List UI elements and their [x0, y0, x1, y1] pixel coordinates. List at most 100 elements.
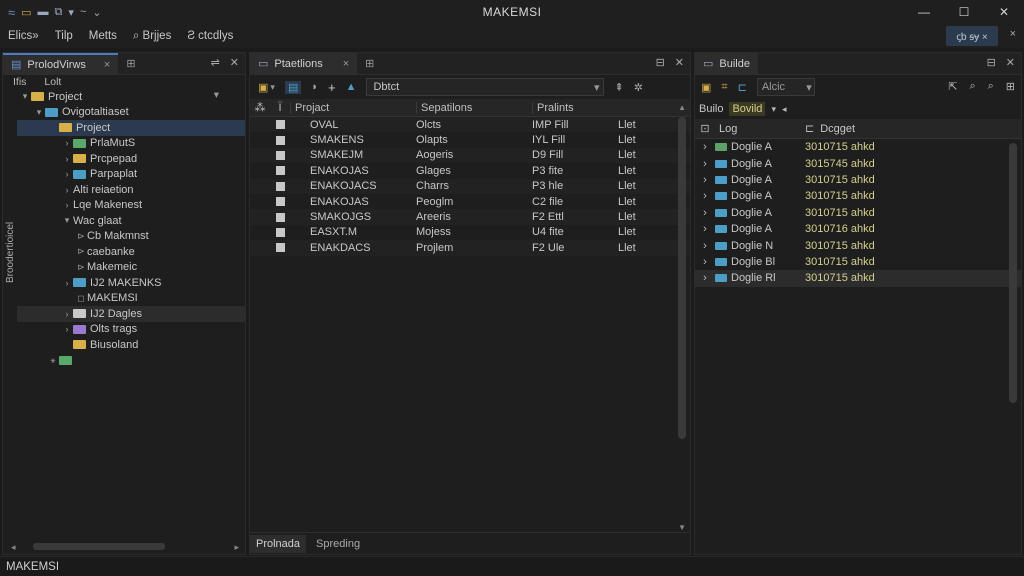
pin-icon[interactable]: ⊞	[365, 57, 374, 70]
header-check-icon[interactable]: Ï	[270, 102, 290, 114]
collapse-icon[interactable]: ⇱	[948, 80, 957, 93]
sort-icon[interactable]: ⇞	[614, 81, 623, 94]
panel-close-icon[interactable]: ✕	[675, 56, 684, 69]
expand-chevron-icon[interactable]: ›	[695, 158, 715, 170]
menu-item-2[interactable]: Tilp	[55, 30, 73, 42]
build-filter-dropdown-icon[interactable]: ▾	[806, 81, 814, 94]
layout-icon[interactable]: ⊞	[1006, 80, 1015, 93]
menu-item-1[interactable]: Elics»	[8, 30, 39, 42]
header-debug[interactable]: Dcgget	[820, 123, 855, 135]
row-check[interactable]	[270, 212, 290, 222]
scroll-right-icon[interactable]: ▸	[234, 542, 239, 553]
tree-node[interactable]: › IJ2 MAKENKS	[17, 275, 245, 291]
tab-build[interactable]: ▭ Builde	[695, 52, 758, 75]
list-icon[interactable]: ▤	[284, 80, 302, 94]
tree-node[interactable]: Biusoland	[17, 337, 245, 353]
header-sort-icon[interactable]: ⁂	[250, 101, 270, 114]
table-row[interactable]: ENAKOJACS Charrs P3 hle Llet	[250, 178, 690, 194]
bottom-tab-2[interactable]: Spreding	[310, 535, 366, 553]
tree-node[interactable]: › PrlaMutS	[17, 136, 245, 152]
settings-icon[interactable]: ✲	[634, 81, 643, 94]
build-config-dropdown-icon[interactable]: ▾	[771, 104, 776, 115]
table-row[interactable]: SMAKOJGS Areeris F2 Ettl Llet	[250, 209, 690, 225]
panel-close-icon[interactable]: ✕	[230, 56, 239, 69]
build-log-row[interactable]: › Doglie A 3015745 ahkd	[695, 155, 1021, 171]
table-row[interactable]: ENAKOJAS Peoglm C2 file Llet	[250, 194, 690, 209]
build-new-icon[interactable]: ▣	[701, 81, 711, 94]
tree-node[interactable]: ⚹	[17, 353, 245, 369]
tree-dropdown-icon[interactable]: ▾	[214, 89, 219, 101]
grid-icon[interactable]: ⌗	[721, 81, 727, 94]
tag-icon[interactable]: ◗	[311, 81, 318, 93]
tab-close-icon[interactable]: ×	[104, 59, 110, 71]
minimize-button[interactable]: —	[904, 0, 944, 24]
expand-chevron-icon[interactable]: ›	[695, 174, 715, 186]
build-marker-icon[interactable]: ◂	[782, 104, 787, 115]
tree-node[interactable]: › Parpaplat	[17, 167, 245, 183]
build-log-row[interactable]: › Doglie A 3010716 ahkd	[695, 221, 1021, 237]
expand-chevron-icon[interactable]: ▾	[61, 215, 73, 226]
copy-icon[interactable]: ⧉	[55, 6, 63, 19]
tree-node[interactable]: ⊳ Cb Makmnst	[17, 229, 245, 245]
row-check[interactable]	[270, 227, 290, 237]
save-icon[interactable]: ▬	[38, 6, 49, 18]
table-row[interactable]: SMAKENS Olapts IYL Fill Llet	[250, 132, 690, 147]
layout-switch-button[interactable]: ꞔƅ ꞩɏ ×	[946, 26, 998, 46]
expand-chevron-icon[interactable]: ⚹	[47, 355, 59, 366]
new-dropdown-icon[interactable]: ▾	[270, 82, 275, 93]
expand-chevron-icon[interactable]: ›	[61, 309, 73, 319]
expand-chevron-icon[interactable]: ▾	[33, 107, 45, 118]
add-icon[interactable]: +	[328, 80, 336, 95]
tab-project-views[interactable]: ▤ ProlodVirws ×	[3, 52, 119, 75]
tree-node[interactable]: › Prcpepad	[17, 151, 245, 167]
scroll-up-icon[interactable]: ▲	[678, 103, 686, 112]
header-results[interactable]: Pralints	[532, 101, 618, 114]
new-item-icon[interactable]: ▣	[258, 81, 268, 94]
tree-node[interactable]: › Olts trags	[17, 322, 245, 338]
panel-menu-icon[interactable]: ⇌	[211, 56, 220, 69]
menu-item-4[interactable]: ⌕ Brjjes	[133, 30, 171, 43]
tree-node[interactable]: ▾ Ovigotaltiaset	[17, 105, 245, 121]
tree-node[interactable]: Project	[17, 120, 245, 136]
expand-chevron-icon[interactable]: ›	[695, 223, 715, 235]
search-icon[interactable]: ⌕	[969, 80, 975, 93]
build-vertical-scrollbar[interactable]	[1009, 143, 1017, 403]
close-button[interactable]: ✕	[984, 0, 1024, 24]
row-check[interactable]	[270, 197, 290, 207]
row-check[interactable]	[270, 120, 290, 130]
expand-chevron-icon[interactable]: ›	[695, 207, 715, 219]
tree-node[interactable]: ◻ MAKEMSI	[17, 291, 245, 307]
header-log[interactable]: Log	[715, 123, 805, 135]
expand-chevron-icon[interactable]: ›	[61, 324, 73, 334]
expand-chevron-icon[interactable]: ›	[61, 138, 73, 148]
build-config-badge[interactable]: Bovild	[729, 102, 766, 116]
build-log-row[interactable]: › Doglie A 3010715 ahkd	[695, 172, 1021, 188]
expand-chevron-icon[interactable]: ›	[61, 200, 73, 210]
panel-menu-icon[interactable]: ⊟	[656, 56, 665, 69]
expand-chevron-icon[interactable]: ⊳	[75, 246, 87, 257]
panel-menu-icon[interactable]: ⊟	[987, 56, 996, 69]
tab-operations[interactable]: ▭ Ptaetlions ×	[250, 52, 358, 75]
table-row[interactable]: OVAL Olcts IMP Fill Llet	[250, 117, 690, 133]
menu-item-5[interactable]: Ƨ ctcdlys	[187, 30, 233, 42]
row-check[interactable]	[270, 243, 290, 253]
menu-item-3[interactable]: Metts	[89, 30, 117, 42]
build-log-row[interactable]: › Doglie A 3010715 ahkd	[695, 205, 1021, 221]
filter-input[interactable]: Dbtct ▾	[366, 78, 605, 96]
filter-dropdown-icon[interactable]: ▾	[594, 81, 604, 94]
folder-icon[interactable]: ▭	[21, 6, 31, 19]
expand-chevron-icon[interactable]: ›	[695, 141, 715, 153]
maximize-button[interactable]: ☐	[944, 0, 984, 24]
expand-chevron-icon[interactable]: ›	[695, 240, 715, 252]
expand-chevron-icon[interactable]: ›	[61, 185, 73, 195]
row-check[interactable]	[270, 135, 290, 145]
horizontal-scrollbar[interactable]	[33, 543, 165, 550]
vertical-scrollbar[interactable]	[678, 117, 686, 439]
tree-node[interactable]: ▾ Wac glaat	[17, 213, 245, 229]
tree-node[interactable]: › IJ2 Dagles	[17, 306, 245, 322]
scroll-left-icon[interactable]: ◂	[11, 542, 16, 553]
expand-chevron-icon[interactable]: ◻	[75, 293, 87, 304]
row-check[interactable]	[270, 150, 290, 160]
expand-chevron-icon[interactable]: ›	[61, 154, 73, 164]
expand-chevron-icon[interactable]: ›	[61, 169, 73, 179]
